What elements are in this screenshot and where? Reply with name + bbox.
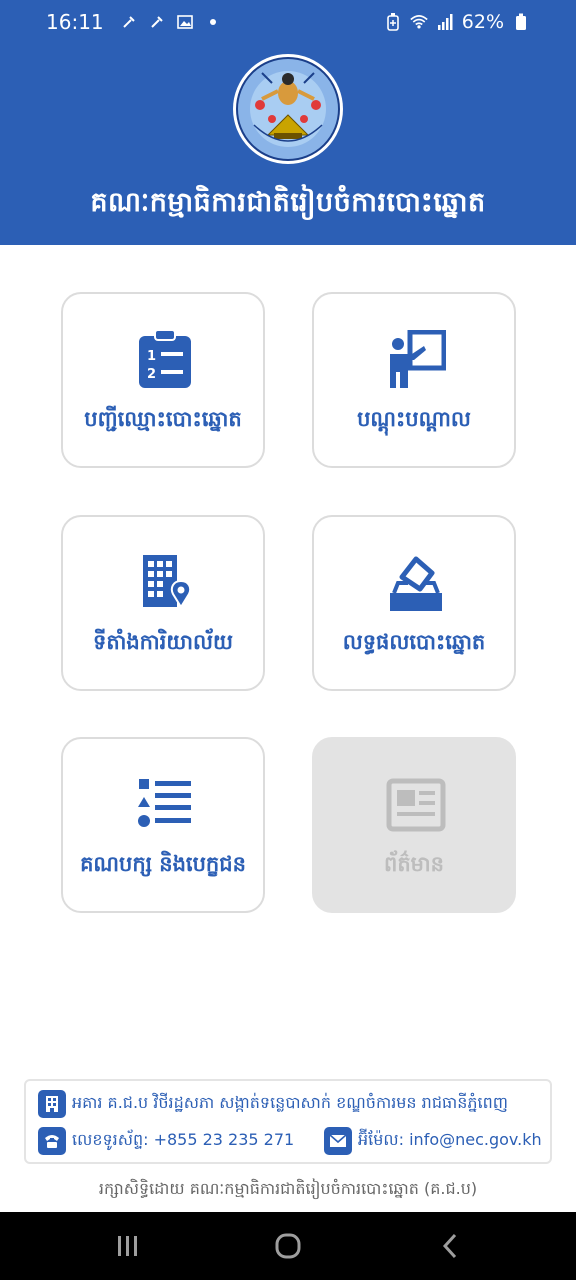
tool-icon [120,13,138,31]
home-icon[interactable] [268,1226,308,1266]
tile-voter-list[interactable]: 1 2 បញ្ជីឈ្មោះបោះឆ្នោត [61,292,265,468]
svg-text:1: 1 [147,349,156,364]
email-icon [324,1127,352,1155]
phone-icon [38,1127,66,1155]
status-right: 62% [384,11,530,33]
email-text: អ៊ីម៉ែល: info@nec.gov.kh [358,1130,542,1149]
battery-icon [512,13,530,31]
list-shapes-icon [135,775,195,835]
header-title: គណៈកម្មាធិការជាតិរៀបចំការបោះឆ្នោត [90,187,486,218]
tool-icon [148,13,166,31]
tile-office-location[interactable]: ទីតាំងការិយាល័យ [61,515,265,691]
status-left: 16:11 [46,10,222,34]
tile-label: បណ្ដុះបណ្ដាល [357,407,471,431]
battery-saver-icon [384,13,402,31]
newspaper-icon [386,775,446,835]
clipboard-list-icon: 1 2 [135,329,195,390]
tile-training[interactable]: បណ្ដុះបណ្ដាល [312,292,516,468]
tile-label: លទ្ធផលបោះឆ្នោត [342,630,486,654]
image-icon [176,13,194,31]
tile-label: បញ្ជីឈ្មោះបោះឆ្នោត [84,407,242,431]
tile-parties-candidates[interactable]: គណបក្ស និងបេក្ខជន [61,737,265,913]
svg-text:2: 2 [147,367,156,382]
wifi-icon [410,13,428,31]
phone-row[interactable]: លេខទូរស័ព្ទ: +855 23 235 271 [38,1127,294,1155]
email-row[interactable]: អ៊ីម៉ែល: info@nec.gov.kh [324,1127,542,1155]
training-presenter-icon [386,329,447,390]
dot-icon [204,13,222,31]
address-text: អគារ គ.ជ.ប វិថីរដ្ឋសភា សង្កាត់ទន្លេបាសាក… [72,1093,508,1112]
app-header: គណៈកម្មាធិការជាតិរៀបចំការបោះឆ្នោត [0,44,576,245]
recent-apps-icon[interactable] [108,1226,148,1266]
contact-info-box: អគារ គ.ជ.ប វិថីរដ្ឋសភា សង្កាត់ទន្លេបាសាក… [24,1079,552,1164]
tile-label: ព័ត៌មាន [384,852,444,876]
status-bar: 16:11 62% [0,0,576,44]
battery-percent: 62% [461,11,504,33]
building-icon [38,1090,66,1118]
address-row: អគារ គ.ជ.ប វិថីរដ្ឋសភា សង្កាត់ទន្លេបាសាក… [38,1090,508,1118]
status-time: 16:11 [46,10,104,34]
tile-label: គណបក្ស និងបេក្ខជន [80,852,246,876]
copyright-text: រក្សាសិទ្ធិដោយ គណៈកម្មាធិការជាតិរៀបចំការ… [98,1179,478,1198]
tile-label: ទីតាំងការិយាល័យ [93,630,233,654]
signal-icon [436,13,454,31]
phone-text: លេខទូរស័ព្ទ: +855 23 235 271 [72,1130,295,1149]
ballot-box-icon [386,553,446,613]
system-nav-bar [0,1212,576,1280]
office-location-icon [135,553,195,613]
nec-emblem-logo [232,53,344,165]
tile-news: ព័ត៌មាន [312,737,516,913]
back-icon[interactable] [430,1226,470,1266]
tile-election-results[interactable]: លទ្ធផលបោះឆ្នោត [312,515,516,691]
